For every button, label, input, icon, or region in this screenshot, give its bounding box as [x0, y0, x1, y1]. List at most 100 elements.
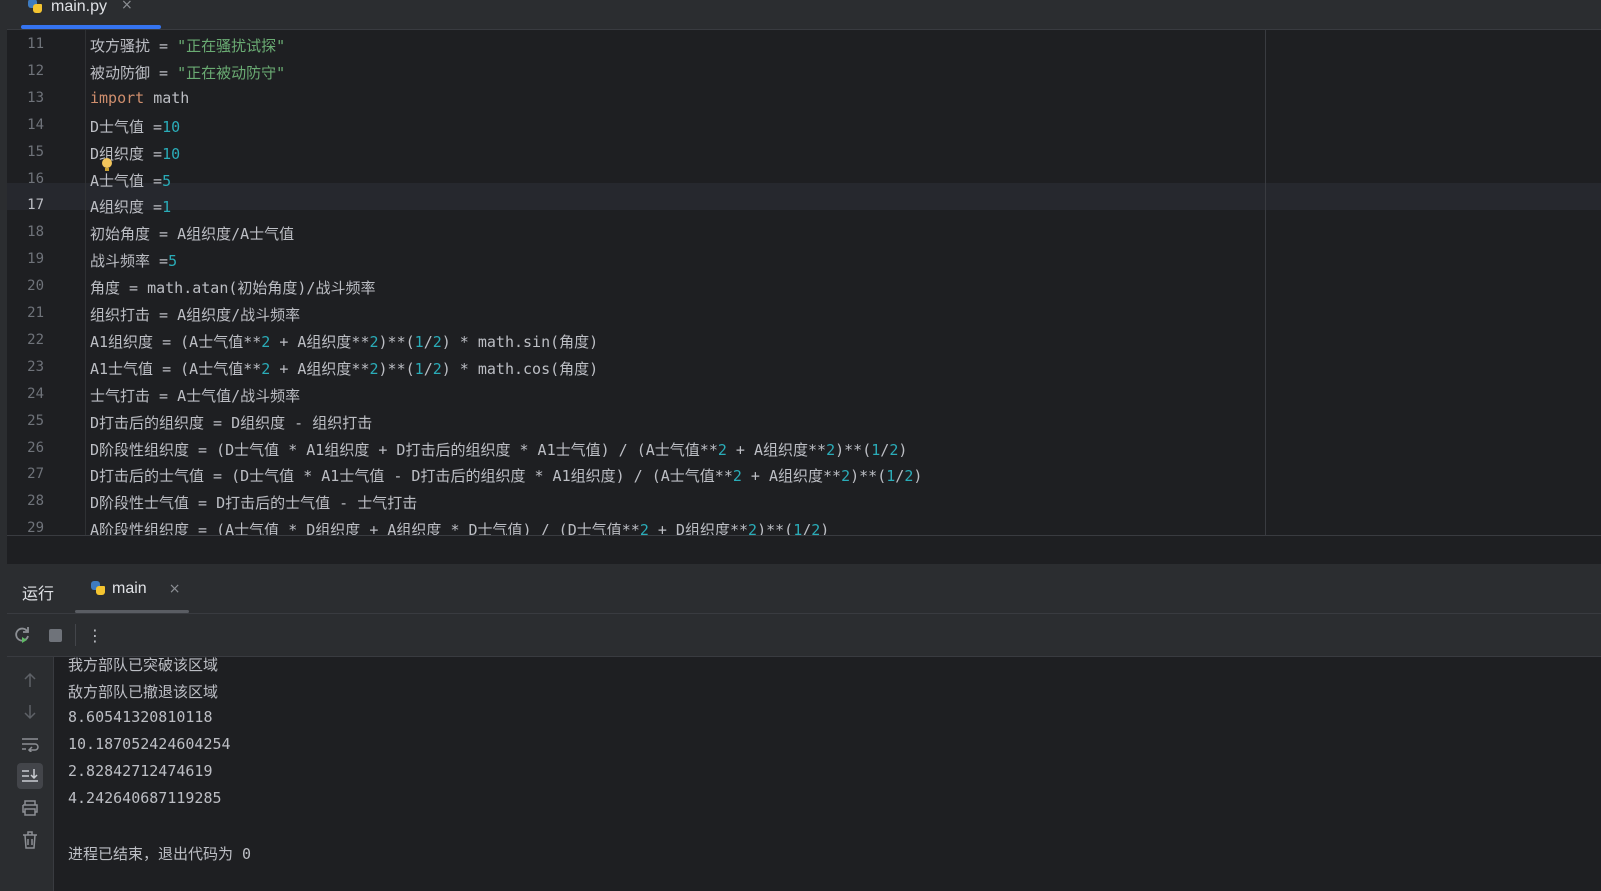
trash-icon	[23, 831, 37, 849]
code-token: ) * math.sin(角度)	[441, 333, 599, 351]
python-run-icon	[90, 580, 106, 596]
code-token: D士气值 =	[90, 118, 163, 136]
code-token: ) * math.cos(角度)	[441, 360, 599, 378]
code-line[interactable]: A士气值 =5	[90, 170, 171, 191]
scroll-to-end-button[interactable]	[17, 763, 43, 789]
code-line[interactable]: 战斗频率 =5	[90, 250, 177, 271]
clear-console-button[interactable]	[17, 827, 43, 853]
line-number: 24	[27, 386, 44, 402]
run-tab-label: main	[112, 580, 147, 597]
code-token: A1士气值 = (A士气值**	[90, 360, 262, 378]
code-line[interactable]: D打击后的组织度 = D组织度 - 组织打击	[90, 412, 372, 433]
number-token: 10	[162, 145, 181, 163]
scroll-to-end-icon	[22, 769, 38, 782]
close-tab-icon[interactable]: ×	[121, 0, 133, 13]
line-number: 27	[27, 466, 44, 482]
tab-main-py[interactable]: main.py ×	[21, 0, 161, 29]
line-number: 28	[27, 493, 44, 509]
string-token: "正在被动防守"	[177, 64, 286, 82]
current-line-highlight	[7, 183, 1601, 210]
code-line[interactable]: D阶段性士气值 = D打击后的士气值 - 士气打击	[90, 492, 417, 513]
code-line[interactable]: 被动防御 = "正在被动防守"	[90, 62, 285, 83]
code-line[interactable]: D阶段性组织度 = (D士气值 * A1组织度 + D打击后的组织度 * A1士…	[90, 439, 907, 460]
number-token: 2	[432, 333, 442, 351]
code-token: 角度 = math.atan(初始角度)/战斗频率	[90, 279, 376, 297]
code-token: )**(	[757, 521, 794, 535]
code-token: )	[820, 521, 830, 535]
stop-button[interactable]	[44, 624, 66, 646]
print-button[interactable]	[17, 795, 43, 821]
more-options-button[interactable]: ⋮	[84, 624, 106, 646]
console-line: 10.187052424604254	[68, 735, 231, 753]
code-line[interactable]: 攻方骚扰 = "正在骚扰试探"	[90, 35, 285, 56]
number-token: 5	[168, 252, 178, 270]
code-line[interactable]: A1组织度 = (A士气值**2 + A组织度**2)**(1/2) * mat…	[90, 331, 598, 352]
number-token: 2	[369, 360, 379, 378]
code-token: /	[895, 467, 905, 485]
number-token: 1	[414, 360, 424, 378]
rerun-button[interactable]	[11, 624, 33, 646]
code-token: 士气打击 = A士气值/战斗频率	[90, 387, 301, 405]
scroll-up-button[interactable]	[17, 667, 43, 693]
scroll-down-button[interactable]	[17, 699, 43, 725]
stop-icon	[48, 628, 62, 642]
code-token: A1组织度 = (A士气值**	[90, 333, 262, 351]
code-line[interactable]: D打击后的士气值 = (D士气值 * A1士气值 - D打击后的组织度 * A1…	[90, 465, 922, 486]
line-number-gutter: 11 12 13 14 15 16 17 18 19 20 21 22 23 24 25 26 27 28 29	[7, 30, 86, 535]
lightbulb-icon[interactable]	[102, 158, 112, 171]
python-file-icon	[27, 0, 43, 14]
code-line[interactable]: 初始角度 = A组织度/A士气值	[90, 223, 294, 244]
code-token: )**(	[378, 333, 415, 351]
soft-wrap-button[interactable]	[17, 731, 43, 757]
number-token: 2	[717, 441, 727, 459]
line-number: 18	[27, 224, 44, 240]
code-token: 初始角度 = A组织度/A士气值	[90, 225, 295, 243]
number-token: 1	[793, 521, 803, 535]
line-number: 26	[27, 440, 44, 456]
line-number: 15	[27, 144, 44, 160]
run-panel-title: 运行	[22, 584, 55, 603]
run-tab-main[interactable]: main ×	[90, 580, 180, 598]
string-token: "正在骚扰试探"	[177, 37, 286, 55]
number-token: 1	[886, 467, 896, 485]
code-line[interactable]: import math	[90, 89, 189, 107]
code-token: + A组织度**	[741, 467, 842, 485]
code-line[interactable]: A1士气值 = (A士气值**2 + A组织度**2)**(1/2) * mat…	[90, 358, 598, 379]
number-token: 2	[904, 467, 914, 485]
code-token: A士气值 =	[90, 172, 163, 190]
run-panel-header: 运行 main ×	[7, 564, 1601, 614]
line-number: 25	[27, 413, 44, 429]
line-number: 11	[27, 36, 44, 52]
code-line[interactable]: A阶段性组织度 = (A士气值 * D组织度 + A组织度 * D士气值) / …	[90, 519, 829, 535]
line-number: 29	[27, 520, 44, 535]
editor-tab-bar: main.py ×	[7, 0, 1601, 30]
panel-splitter[interactable]	[7, 535, 1601, 564]
code-token: /	[802, 521, 812, 535]
code-token: D打击后的组织度 = D组织度 - 组织打击	[90, 414, 373, 432]
code-line[interactable]: A组织度 =1	[90, 196, 171, 217]
number-token: 2	[732, 467, 742, 485]
console-line: 进程已结束，退出代码为 0	[68, 845, 252, 863]
code-line[interactable]: 组织打击 = A组织度/战斗频率	[90, 304, 300, 325]
number-token: 10	[162, 118, 181, 136]
code-line[interactable]: 士气打击 = A士气值/战斗频率	[90, 385, 300, 406]
code-line[interactable]: 角度 = math.atan(初始角度)/战斗频率	[90, 277, 375, 298]
close-run-tab-icon[interactable]: ×	[169, 581, 181, 597]
number-token: 1	[162, 198, 172, 216]
line-number: 17	[27, 197, 44, 213]
code-token: math	[144, 89, 190, 107]
line-number: 12	[27, 63, 44, 79]
code-line[interactable]: D士气值 =10	[90, 116, 180, 137]
code-token: )	[913, 467, 923, 485]
arrow-up-icon	[24, 672, 36, 687]
console-side-toolbar	[7, 657, 54, 891]
right-margin-guide	[1265, 30, 1266, 535]
number-token: 2	[369, 333, 379, 351]
console-output[interactable]: 我方部队已突破该区域 敌方部队已撤退该区域 8.60541320810118 10.1…	[54, 656, 1601, 891]
line-number: 19	[27, 251, 44, 267]
number-token: 2	[826, 441, 836, 459]
code-editor[interactable]: 11 12 13 14 15 16 17 18 19 20 21 22 23 24 25 26 27 28 29 攻…	[7, 30, 1601, 535]
line-number: 20	[27, 278, 44, 294]
line-number: 21	[27, 305, 44, 321]
console-line: 8.60541320810118	[68, 708, 213, 726]
